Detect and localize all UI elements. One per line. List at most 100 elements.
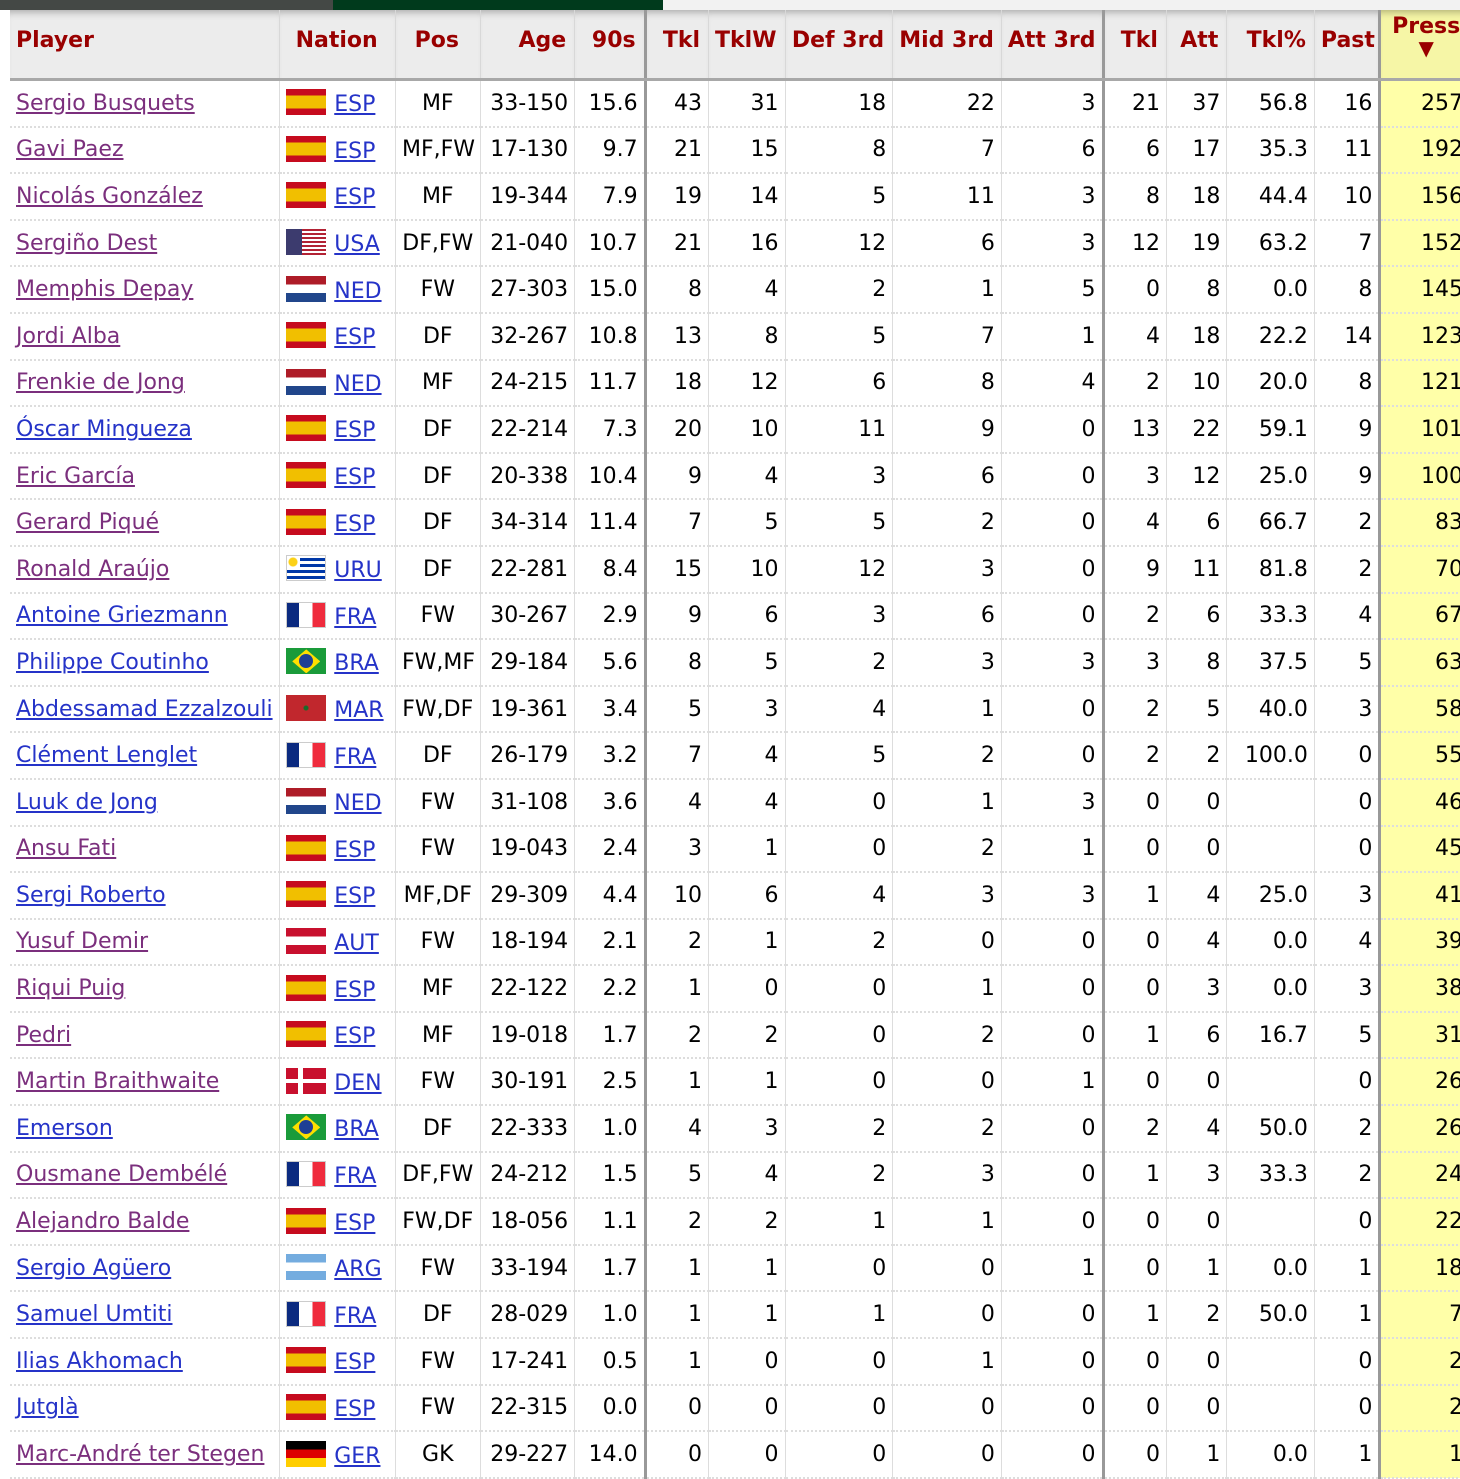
- nation-link[interactable]: NED: [334, 279, 381, 304]
- player-link[interactable]: Óscar Mingueza: [16, 417, 192, 442]
- nation-link[interactable]: ESP: [334, 139, 375, 164]
- player-link[interactable]: Frenkie de Jong: [16, 370, 185, 395]
- cell-pressures: 83: [1378, 499, 1460, 547]
- cell-dribbled-past: 0: [1314, 732, 1381, 780]
- nation-link[interactable]: ESP: [334, 1211, 375, 1236]
- nation-link[interactable]: ESP: [334, 185, 375, 210]
- cell-att-3rd: 0: [1001, 406, 1105, 454]
- nation-link[interactable]: ESP: [334, 465, 375, 490]
- column-header-pressures[interactable]: Press ▼: [1378, 10, 1460, 81]
- player-link[interactable]: Alejandro Balde: [16, 1209, 189, 1234]
- nation-link[interactable]: DEN: [334, 1071, 381, 1096]
- nation-link[interactable]: FRA: [334, 1164, 376, 1189]
- cell-tackles-won: 10: [708, 545, 786, 594]
- player-link[interactable]: Ousmane Dembélé: [16, 1162, 227, 1187]
- nation-link[interactable]: ESP: [334, 978, 375, 1003]
- player-link[interactable]: Jordi Alba: [16, 324, 120, 349]
- nation-link[interactable]: ESP: [334, 838, 375, 863]
- column-header-tackles-won[interactable]: TklW: [708, 10, 786, 81]
- player-link[interactable]: Antoine Griezmann: [16, 603, 228, 628]
- cell-def-3rd: 4: [785, 872, 894, 920]
- nation-link[interactable]: ESP: [334, 884, 375, 909]
- nation-link[interactable]: BRA: [334, 1117, 379, 1142]
- cell-dribbled-past: 4: [1314, 592, 1381, 641]
- column-header-dribbles-challenged[interactable]: Att: [1166, 10, 1228, 81]
- cell-dribbles-challenged: 0: [1166, 1058, 1228, 1107]
- nation-link[interactable]: AUT: [334, 931, 379, 956]
- cell-tackle-pct: 100.0: [1226, 732, 1315, 780]
- nation-link[interactable]: ESP: [334, 1397, 375, 1422]
- player-link[interactable]: Marc-André ter Stegen: [16, 1442, 264, 1467]
- player-link[interactable]: Philippe Coutinho: [16, 650, 209, 675]
- column-header-tackle-pct[interactable]: Tkl%: [1226, 10, 1315, 81]
- nation-link[interactable]: ESP: [334, 92, 375, 117]
- player-link[interactable]: Sergi Roberto: [16, 883, 166, 908]
- nation-link[interactable]: FRA: [334, 745, 376, 770]
- column-header-att-3rd[interactable]: Att 3rd: [1001, 10, 1105, 81]
- nation-link[interactable]: BRA: [334, 651, 379, 676]
- column-header-nation[interactable]: Nation: [279, 10, 396, 81]
- cell-pressures: 45: [1378, 825, 1460, 874]
- cell-mid-3rd: 0: [892, 918, 1002, 967]
- cell-mid-3rd: 1: [892, 965, 1002, 1013]
- column-header-def-3rd[interactable]: Def 3rd: [785, 10, 894, 81]
- player-link[interactable]: Ronald Araújo: [16, 557, 169, 582]
- nation-link[interactable]: ESP: [334, 512, 375, 537]
- column-header-position[interactable]: Pos: [395, 10, 481, 81]
- nation-link[interactable]: ESP: [334, 1024, 375, 1049]
- nation-link[interactable]: FRA: [334, 605, 376, 630]
- cell-tackles: 0: [645, 1431, 710, 1479]
- player-link[interactable]: Jutglà: [16, 1395, 79, 1420]
- cell-tackles: 9: [645, 452, 710, 501]
- player-link[interactable]: Ilias Akhomach: [16, 1349, 183, 1374]
- player-link[interactable]: Yusuf Demir: [16, 929, 148, 954]
- nation-link[interactable]: ESP: [334, 1350, 375, 1375]
- cell-pressures: 121: [1378, 359, 1460, 408]
- cell-dribbled-past: 2: [1314, 1105, 1381, 1153]
- column-header-nineties[interactable]: 90s: [574, 10, 647, 81]
- column-header-dribbled-past[interactable]: Past: [1314, 10, 1381, 81]
- player-link[interactable]: Pedri: [16, 1023, 71, 1048]
- cell-tackle-pct: 20.0: [1226, 359, 1315, 408]
- cell-mid-3rd: 2: [892, 499, 1002, 547]
- nation-link[interactable]: USA: [334, 232, 380, 257]
- nation-link[interactable]: GER: [334, 1444, 380, 1469]
- nation-link[interactable]: NED: [334, 791, 381, 816]
- table-row: Philippe Coutinho BRA FW,MF 29-184 5.6 8 5 2 3 3 3…: [10, 639, 1460, 687]
- player-link[interactable]: Emerson: [16, 1116, 113, 1141]
- player-link[interactable]: Eric García: [16, 464, 135, 489]
- cell-tackle-pct: 59.1: [1226, 406, 1315, 454]
- player-link[interactable]: Riqui Puig: [16, 976, 125, 1001]
- cell-position: MF: [395, 965, 481, 1013]
- player-link[interactable]: Martin Braithwaite: [16, 1069, 219, 1094]
- column-header-dribblers-tackled[interactable]: Tkl: [1103, 10, 1167, 81]
- column-header-mid-3rd[interactable]: Mid 3rd: [892, 10, 1002, 81]
- player-link[interactable]: Sergio Agüero: [16, 1256, 171, 1281]
- player-link[interactable]: Clément Lenglet: [16, 743, 197, 768]
- table-row: Sergi Roberto ESP MF,DF 29-309 4.4 10 6 4 3 3 1 4 25…: [10, 872, 1460, 920]
- player-link[interactable]: Sergiño Dest: [16, 231, 157, 256]
- column-header-age[interactable]: Age: [480, 10, 576, 81]
- cell-nineties: 1.7: [574, 1011, 647, 1060]
- player-link[interactable]: Sergio Busquets: [16, 91, 195, 116]
- player-link[interactable]: Gerard Piqué: [16, 510, 159, 535]
- player-link[interactable]: Luuk de Jong: [16, 790, 158, 815]
- nation-link[interactable]: URU: [334, 558, 382, 583]
- cell-mid-3rd: 0: [892, 1291, 1002, 1340]
- nation-link[interactable]: FRA: [334, 1304, 376, 1329]
- nation-link[interactable]: MAR: [334, 698, 383, 723]
- player-link[interactable]: Samuel Umtiti: [16, 1302, 172, 1327]
- player-link[interactable]: Gavi Paez: [16, 137, 124, 162]
- column-header-player[interactable]: Player: [10, 10, 281, 81]
- nation-link[interactable]: NED: [334, 372, 381, 397]
- cell-dribbles-challenged: 4: [1166, 872, 1228, 920]
- player-link[interactable]: Memphis Depay: [16, 277, 193, 302]
- nation-link[interactable]: ARG: [334, 1257, 381, 1282]
- cell-def-3rd: 2: [785, 1151, 894, 1200]
- column-header-tackles[interactable]: Tkl: [645, 10, 710, 81]
- nation-link[interactable]: ESP: [334, 418, 375, 443]
- player-link[interactable]: Abdessamad Ezzalzouli: [16, 697, 273, 722]
- player-link[interactable]: Nicolás González: [16, 184, 203, 209]
- player-link[interactable]: Ansu Fati: [16, 836, 116, 861]
- nation-link[interactable]: ESP: [334, 325, 375, 350]
